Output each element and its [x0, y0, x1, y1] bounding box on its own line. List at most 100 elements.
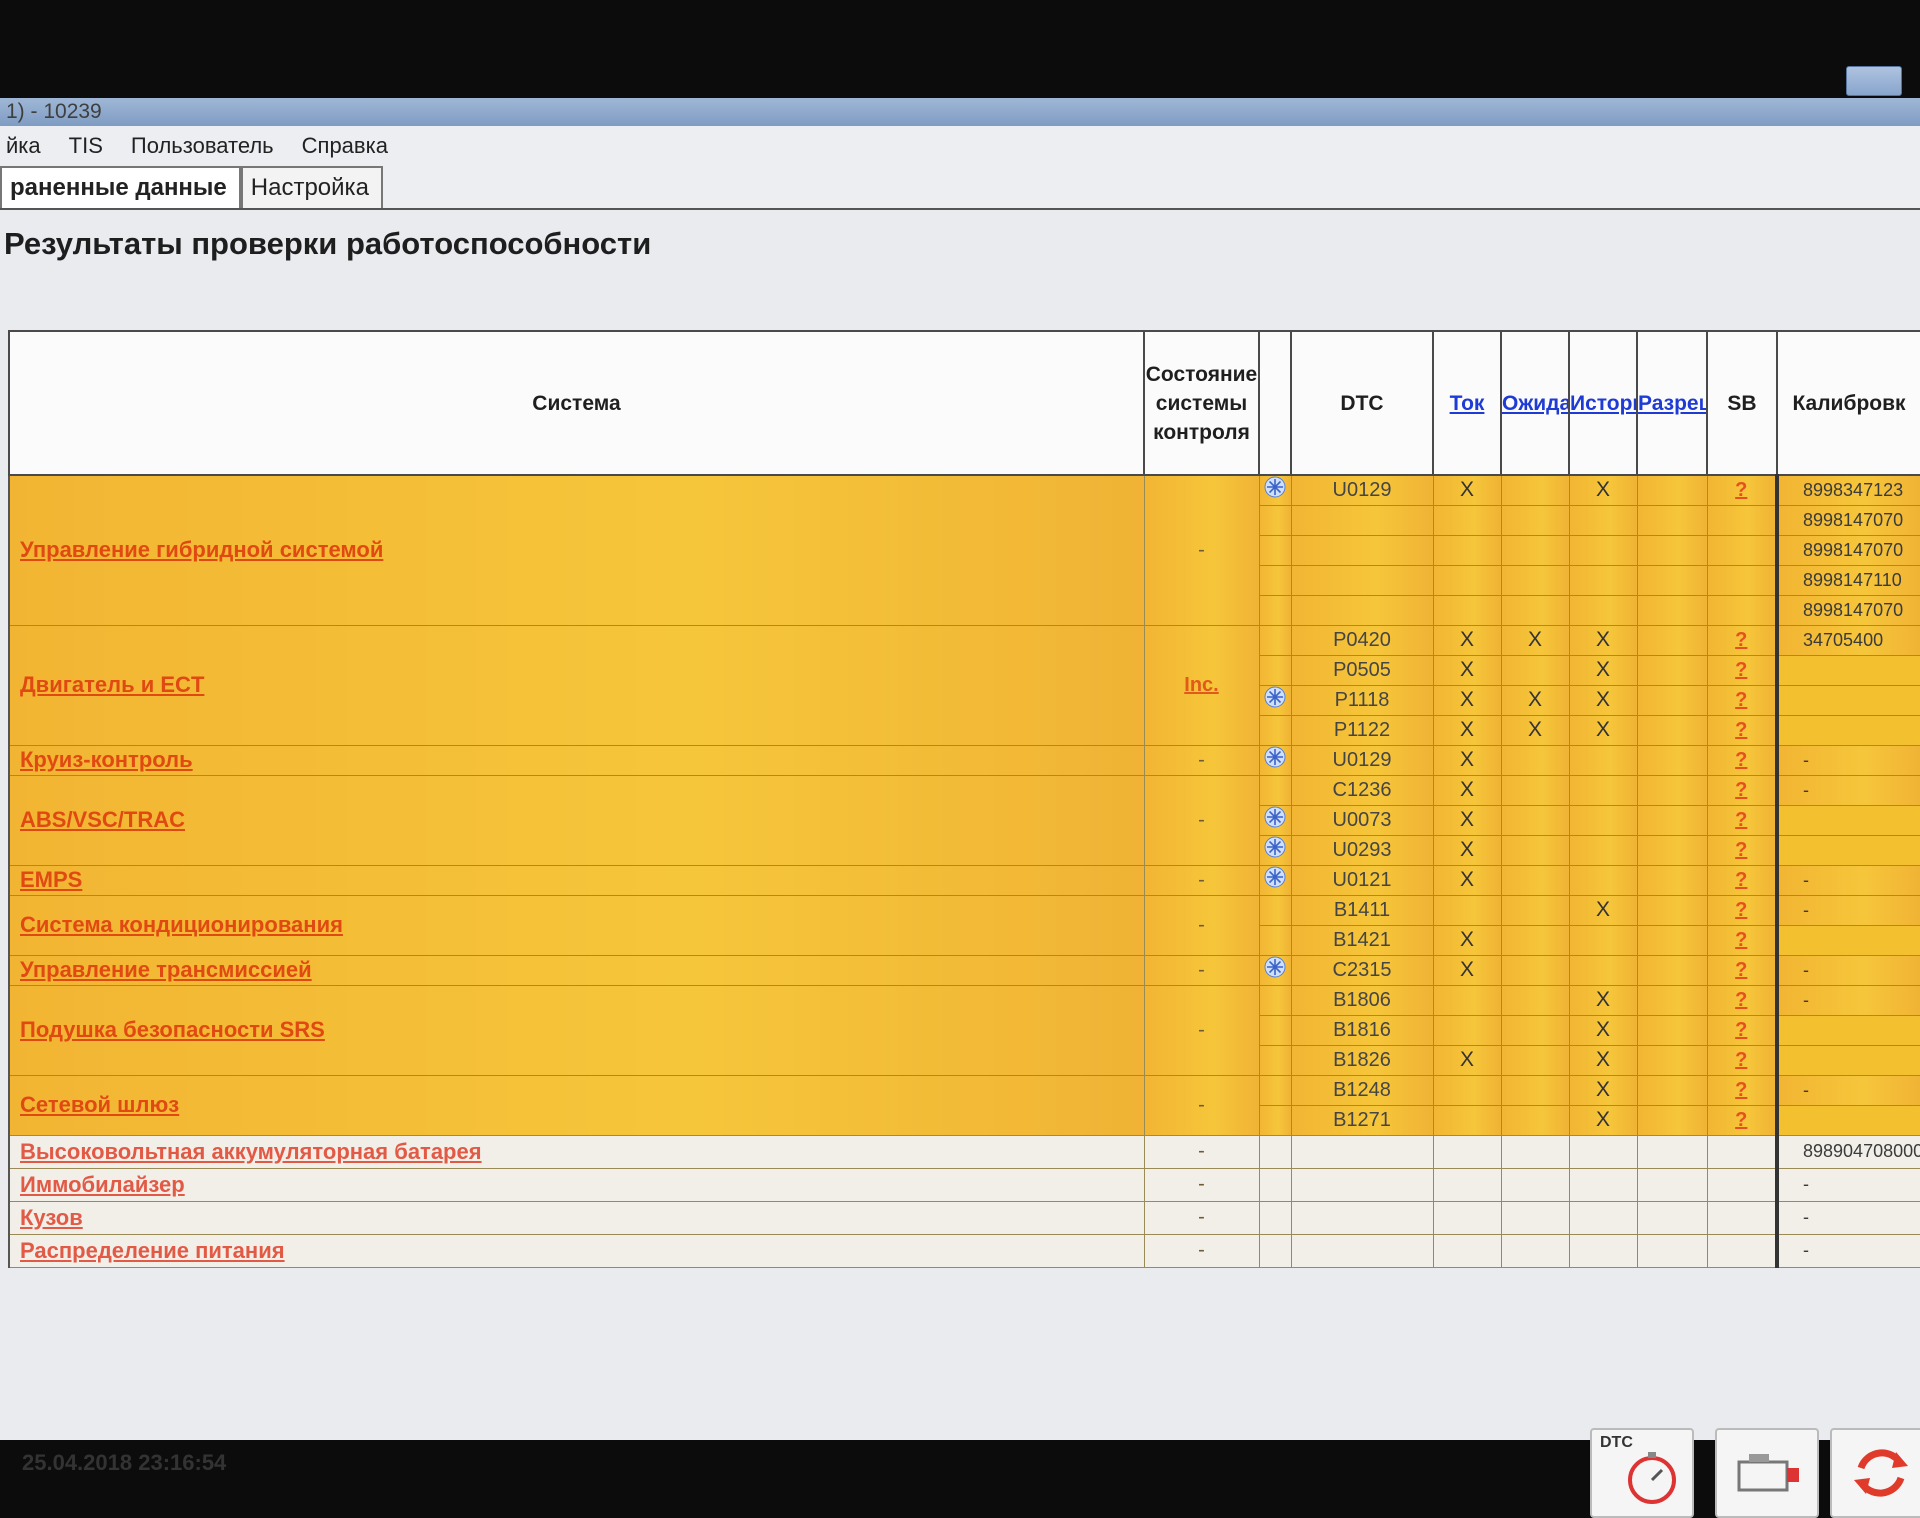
system-name-link[interactable]: Управление трансмиссией	[8, 954, 1145, 986]
col-header-current[interactable]: Ток	[1432, 330, 1502, 476]
table-row: Управление гибридной системой - U0129 X X? 89…	[8, 474, 1920, 626]
system-name-link[interactable]: Распределение питания	[8, 1233, 1145, 1268]
service-bulletin-link[interactable]: ?	[1706, 1014, 1778, 1046]
freeze-frame-icon[interactable]	[1264, 686, 1286, 708]
freeze-frame-icon[interactable]	[1264, 806, 1286, 828]
freeze-frame-icon[interactable]	[1264, 746, 1286, 768]
system-name-link[interactable]: Круиз-контроль	[8, 744, 1145, 776]
calibration-id: -	[1775, 894, 1920, 926]
freeze-frame-icon[interactable]	[1264, 866, 1286, 888]
system-name-link[interactable]: Подушка безопасности SRS	[8, 984, 1145, 1076]
service-bulletin-link[interactable]: ?	[1706, 774, 1778, 806]
system-name-link[interactable]: ABS/VSC/TRAC	[8, 774, 1145, 866]
calibration-id	[1775, 1044, 1920, 1076]
pending-flag	[1500, 1074, 1570, 1106]
current-flag: X	[1432, 774, 1502, 806]
service-bulletin-link[interactable]: ?	[1706, 654, 1778, 686]
pending-flag	[1500, 864, 1570, 896]
service-bulletin-link[interactable]: ?	[1706, 984, 1778, 1016]
service-bulletin-link[interactable]: ?	[1706, 1044, 1778, 1076]
empty-cell	[1568, 1233, 1638, 1268]
empty-cell	[1568, 1134, 1638, 1169]
system-name-link[interactable]: Система кондиционирования	[8, 894, 1145, 956]
col-header-permission[interactable]: Разрешения	[1636, 330, 1708, 476]
service-bulletin-link[interactable]: ?	[1706, 1104, 1778, 1136]
service-bulletin-link[interactable]	[1706, 534, 1778, 566]
refresh-button[interactable]	[1830, 1428, 1920, 1518]
menu-item-user[interactable]: Пользователь	[131, 133, 274, 159]
tab-settings[interactable]: Настройка	[240, 166, 383, 208]
service-bulletin-link[interactable]	[1706, 564, 1778, 596]
history-flag	[1568, 534, 1638, 566]
service-bulletin-link[interactable]: ?	[1706, 714, 1778, 746]
current-flag: X	[1432, 804, 1502, 836]
system-name-link[interactable]: Сетевой шлюз	[8, 1074, 1145, 1136]
system-status[interactable]: Inc.	[1143, 624, 1260, 746]
current-flag	[1432, 894, 1502, 926]
current-flag	[1432, 534, 1502, 566]
service-bulletin-link[interactable]: ?	[1706, 834, 1778, 866]
empty-cell	[1258, 1200, 1292, 1235]
dtc-clear-button[interactable]: DTC	[1590, 1428, 1694, 1518]
service-bulletin-link[interactable]: ?	[1706, 804, 1778, 836]
dtc-code: B1816	[1290, 1014, 1434, 1046]
system-name-link[interactable]: Иммобилайзер	[8, 1167, 1145, 1202]
pending-flag	[1500, 804, 1570, 836]
calibration-id	[1775, 924, 1920, 956]
system-name-link[interactable]: Двигатель и ECT	[8, 624, 1145, 746]
system-name-link[interactable]: Высоковольтная аккумуляторная батарея	[8, 1134, 1145, 1169]
engine-button[interactable]	[1715, 1428, 1819, 1518]
empty-cell	[1706, 1233, 1778, 1268]
col-header-calibration: Калибровк	[1776, 330, 1920, 476]
history-flag	[1568, 954, 1638, 986]
pending-flag	[1500, 534, 1570, 566]
service-bulletin-link[interactable]: ?	[1706, 1074, 1778, 1106]
service-bulletin-link[interactable]: ?	[1706, 684, 1778, 716]
empty-cell	[1706, 1200, 1778, 1235]
table-row: Кузов - -	[8, 1200, 1920, 1235]
dtc-code: C1236	[1290, 774, 1434, 806]
freeze-frame-cell	[1258, 654, 1292, 686]
dtc-code: U0129	[1290, 474, 1434, 506]
service-bulletin-link[interactable]	[1706, 594, 1778, 626]
pending-flag	[1500, 984, 1570, 1016]
system-name-link[interactable]: Управление гибридной системой	[8, 474, 1145, 626]
col-header-pending[interactable]: Ожидание	[1500, 330, 1570, 476]
stopwatch-icon	[1628, 1452, 1676, 1504]
window-minimize-button[interactable]	[1846, 66, 1902, 96]
empty-cell	[1432, 1233, 1502, 1268]
calibration-id	[1775, 834, 1920, 866]
menu-item-help[interactable]: Справка	[302, 133, 388, 159]
dtc-code: P1118	[1290, 684, 1434, 716]
calibration-id	[1775, 1014, 1920, 1046]
table-row: Двигатель и ECT Inc. P0420 X X X? 34705400	[8, 624, 1920, 746]
calibration-id: 8998147070	[1775, 504, 1920, 536]
service-bulletin-link[interactable]: ?	[1706, 894, 1778, 926]
service-bulletin-link[interactable]: ?	[1706, 744, 1778, 776]
tab-saved-data[interactable]: раненные данные	[0, 166, 241, 208]
calibration-id: 8998147110	[1775, 564, 1920, 596]
freeze-frame-icon[interactable]	[1264, 956, 1286, 978]
table-row: Подушка безопасности SRS - B1806 X? -	[8, 984, 1920, 1076]
system-status: -	[1143, 1233, 1260, 1268]
service-bulletin-link[interactable]	[1706, 504, 1778, 536]
permission-flag	[1636, 744, 1708, 776]
pending-flag	[1500, 504, 1570, 536]
freeze-frame-cell	[1258, 804, 1292, 836]
permission-flag	[1636, 594, 1708, 626]
menu-item-tis[interactable]: TIS	[69, 133, 103, 159]
system-name-link[interactable]: EMPS	[8, 864, 1145, 896]
menu-item-file[interactable]: йка	[6, 133, 41, 159]
history-flag	[1568, 564, 1638, 596]
col-header-history[interactable]: История	[1568, 330, 1638, 476]
service-bulletin-link[interactable]: ?	[1706, 924, 1778, 956]
freeze-frame-icon[interactable]	[1264, 476, 1286, 498]
service-bulletin-link[interactable]: ?	[1706, 864, 1778, 896]
system-name-link[interactable]: Кузов	[8, 1200, 1145, 1235]
freeze-frame-icon[interactable]	[1264, 836, 1286, 858]
service-bulletin-link[interactable]: ?	[1706, 954, 1778, 986]
service-bulletin-link[interactable]: ?	[1706, 474, 1778, 506]
freeze-frame-cell	[1258, 474, 1292, 506]
service-bulletin-link[interactable]: ?	[1706, 624, 1778, 656]
system-status: -	[1143, 1200, 1260, 1235]
